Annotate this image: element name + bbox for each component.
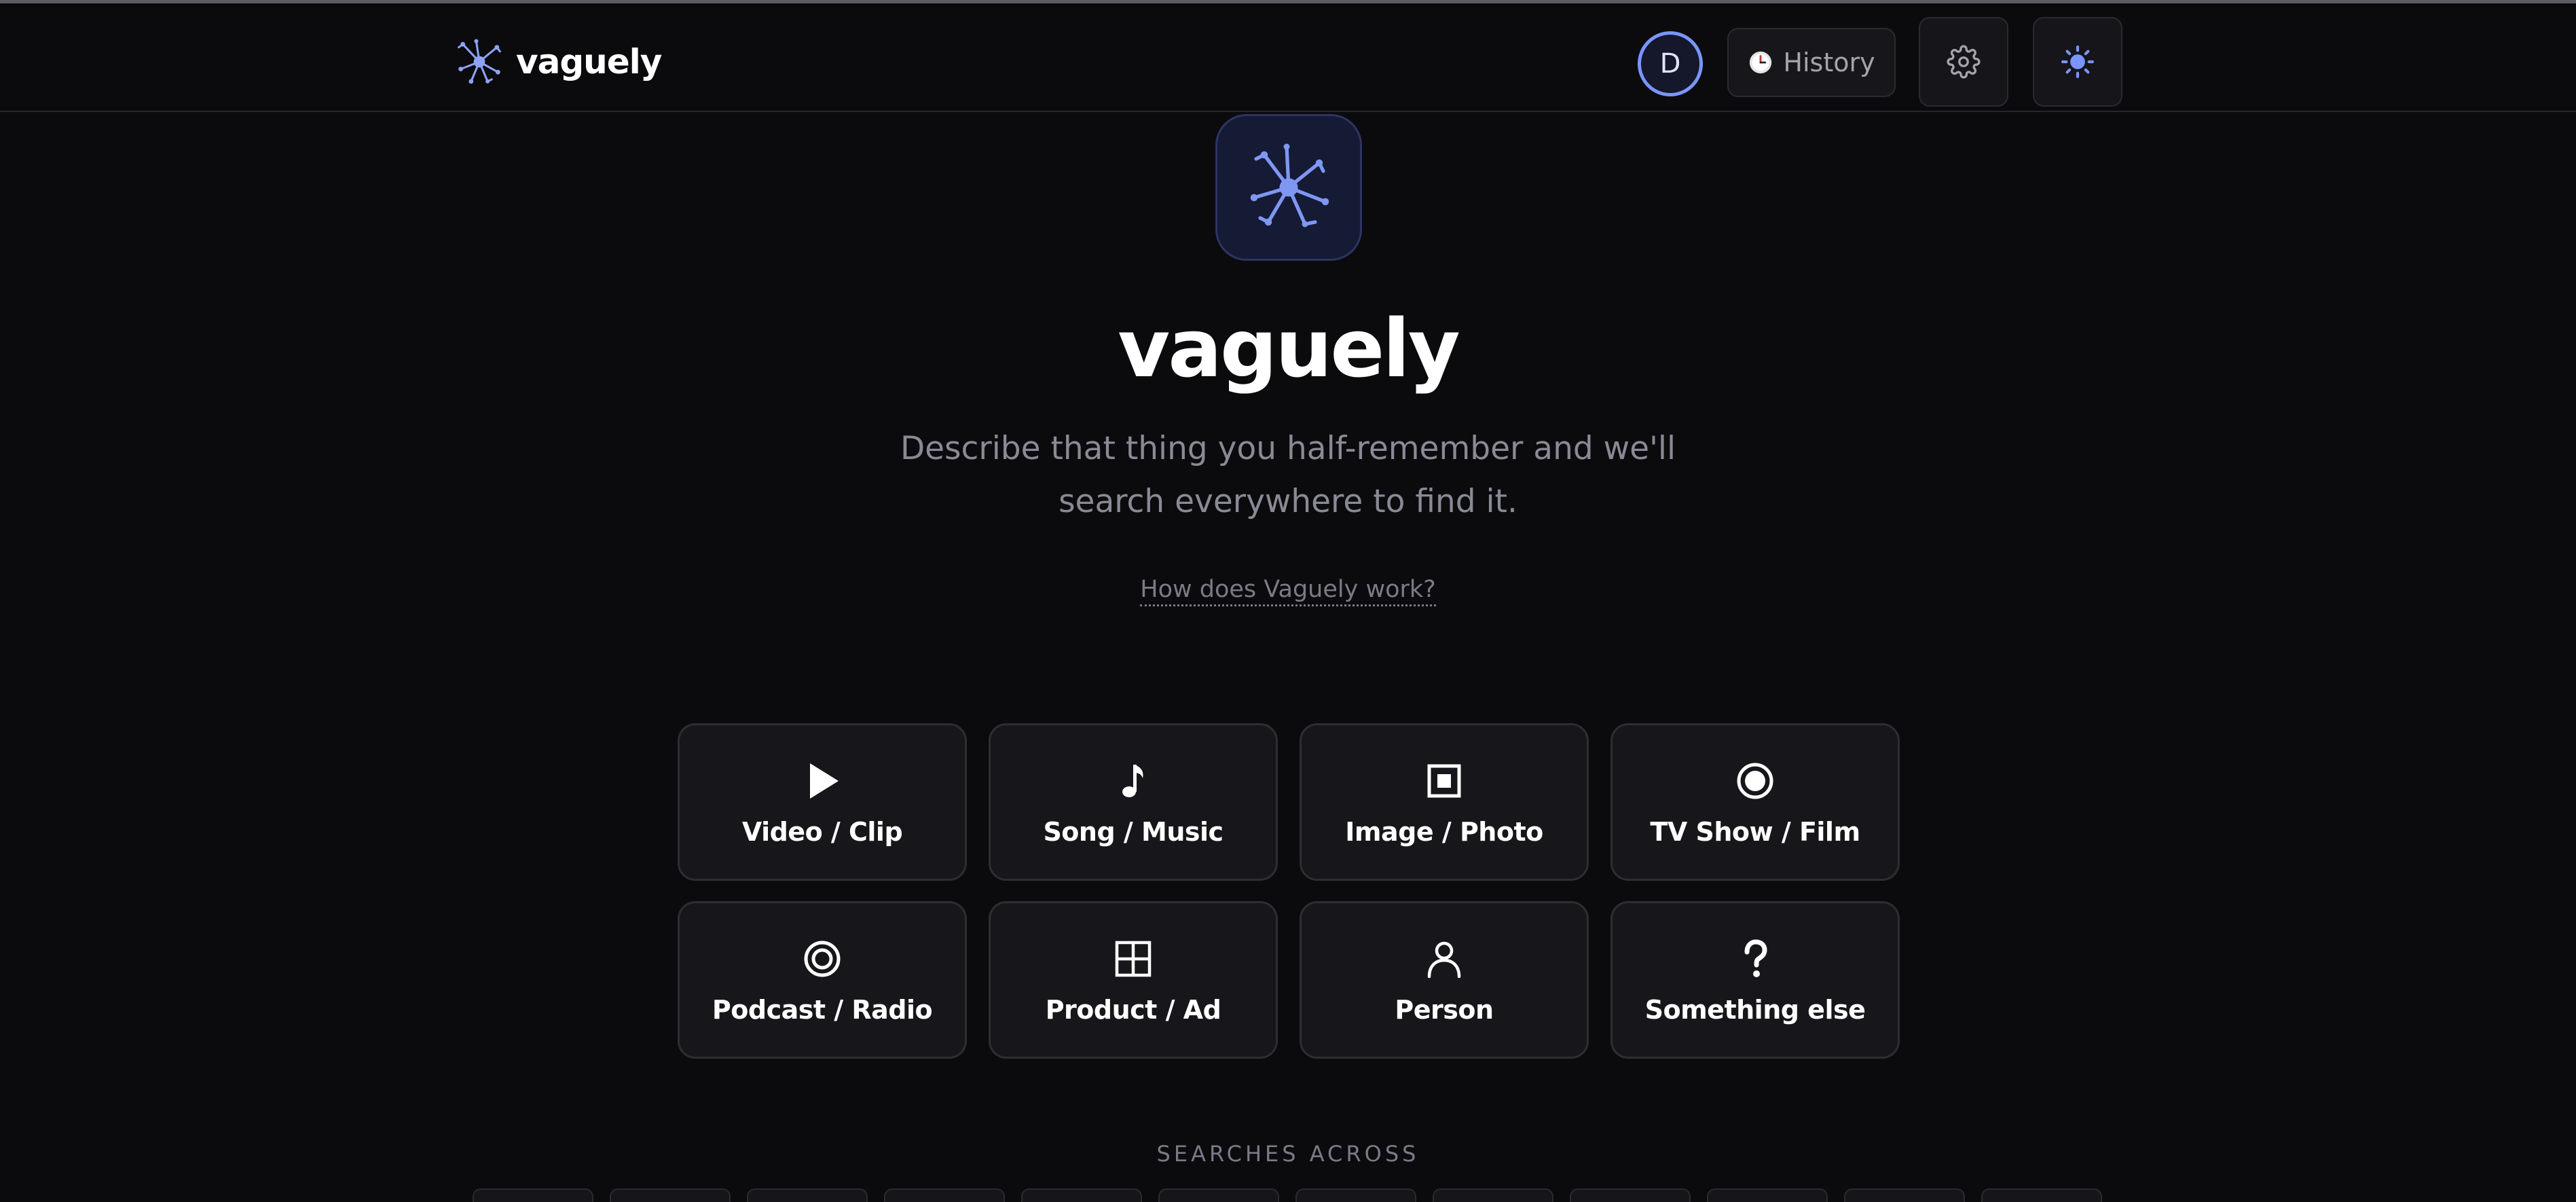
hero-subtitle: Describe that thing you half-remember an…	[900, 430, 1676, 520]
record-icon	[1733, 757, 1777, 805]
source-chip	[1570, 1188, 1691, 1202]
category-label: Podcast / Radio	[712, 995, 933, 1025]
category-label: Song / Music	[1043, 817, 1223, 847]
source-chip	[1021, 1188, 1142, 1202]
category-label: Video / Clip	[741, 817, 903, 847]
source-chip	[1981, 1188, 2102, 1202]
category-grid: Video / Clip Song / Music Image / Photo	[678, 723, 1900, 1059]
history-label: History	[1783, 48, 1875, 77]
image-icon	[1422, 757, 1466, 805]
category-label: TV Show / Film	[1650, 817, 1860, 847]
avatar-initial: D	[1659, 48, 1681, 79]
user-avatar[interactable]: D	[1638, 31, 1703, 96]
vaguely-logo-icon	[458, 39, 501, 84]
brand-name: vaguely	[516, 42, 662, 81]
question-icon	[1733, 935, 1777, 983]
sun-icon	[2061, 45, 2094, 78]
top-nav: vaguely D History	[0, 3, 2576, 112]
source-chip	[473, 1188, 593, 1202]
page-title: vaguely	[1118, 302, 1460, 395]
source-chip	[884, 1188, 1005, 1202]
category-label: Product / Ad	[1045, 995, 1221, 1025]
settings-button[interactable]	[1919, 17, 2008, 107]
vaguely-logo-icon	[1250, 143, 1329, 227]
category-video-clip[interactable]: Video / Clip	[678, 723, 967, 881]
category-image-photo[interactable]: Image / Photo	[1300, 723, 1589, 881]
category-song-music[interactable]: Song / Music	[989, 723, 1278, 881]
category-label: Person	[1395, 995, 1494, 1025]
source-chip	[1707, 1188, 1828, 1202]
gear-icon	[1947, 45, 1981, 79]
source-chip	[747, 1188, 868, 1202]
source-chip	[1295, 1188, 1416, 1202]
searches-across-heading: SEARCHES ACROSS	[1156, 1141, 1420, 1167]
clock-icon	[1750, 51, 1772, 74]
podcast-icon	[801, 935, 844, 983]
brand-home-link[interactable]: vaguely	[454, 33, 662, 90]
history-button[interactable]: History	[1727, 28, 1896, 97]
theme-toggle-button[interactable]	[2033, 17, 2122, 107]
source-chip	[1844, 1188, 1965, 1202]
category-something-else[interactable]: Something else	[1611, 901, 1900, 1059]
source-chip	[1158, 1188, 1279, 1202]
music-note-icon	[1111, 757, 1155, 805]
category-tv-show-film[interactable]: TV Show / Film	[1611, 723, 1900, 881]
category-product-ad[interactable]: Product / Ad	[989, 901, 1278, 1059]
how-it-works-link[interactable]: How does Vaguely work?	[1140, 576, 1436, 606]
person-icon	[1422, 935, 1466, 983]
play-icon	[801, 757, 844, 805]
category-podcast-radio[interactable]: Podcast / Radio	[678, 901, 967, 1059]
category-label: Image / Photo	[1345, 817, 1543, 847]
source-chip	[610, 1188, 731, 1202]
hero-logo-tile	[1215, 114, 1362, 261]
source-chip-row	[473, 1188, 2102, 1202]
source-chip	[1433, 1188, 1553, 1202]
how-it-works-container: How does Vaguely work?	[0, 573, 2576, 606]
category-person[interactable]: Person	[1300, 901, 1589, 1059]
grid-icon	[1111, 935, 1155, 983]
category-label: Something else	[1644, 995, 1866, 1025]
